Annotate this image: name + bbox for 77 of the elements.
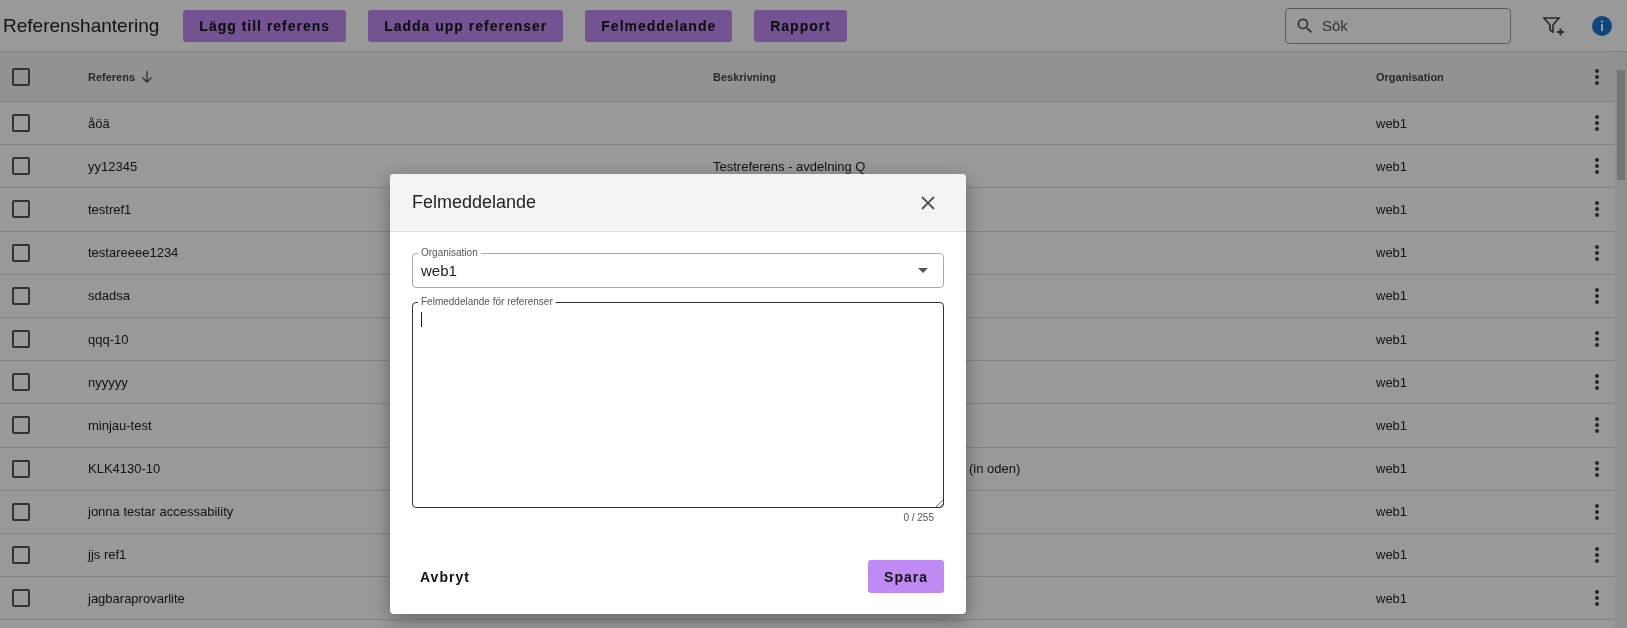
- cancel-button[interactable]: Avbryt: [412, 560, 478, 593]
- table-cell: testareeee1234: [88, 245, 179, 261]
- page-title: Referenshantering: [3, 14, 160, 37]
- more-vertical-icon[interactable]: [1595, 201, 1599, 218]
- table-cell: web1: [1376, 201, 1408, 217]
- column-header[interactable]: Organisation: [1376, 70, 1444, 83]
- table-cell: qqq-10: [88, 331, 129, 347]
- info-icon[interactable]: [1591, 14, 1613, 37]
- more-vertical-icon[interactable]: [1595, 287, 1599, 304]
- table-cell: web1: [1376, 461, 1408, 477]
- close-icon[interactable]: [920, 194, 936, 211]
- more-vertical-icon[interactable]: [1595, 374, 1599, 391]
- character-counter: 0 / 255: [902, 511, 935, 523]
- save-button[interactable]: Spara: [868, 560, 944, 593]
- toolbar-button[interactable]: Felmeddelande: [585, 9, 733, 42]
- table-cell: testref1: [88, 201, 132, 217]
- scrollbar-thumb[interactable]: [1617, 70, 1625, 180]
- row-checkbox[interactable]: [12, 243, 30, 262]
- table-cell: yy12345: [88, 158, 138, 174]
- table-cell: web1: [1376, 417, 1408, 433]
- table-cell: sdadsa: [88, 288, 130, 304]
- search-field[interactable]: Sök: [1285, 7, 1511, 44]
- row-checkbox[interactable]: [12, 157, 30, 176]
- row-checkbox[interactable]: [12, 502, 30, 521]
- toolbar-button[interactable]: Lägg till referens: [183, 9, 347, 42]
- row-checkbox[interactable]: [12, 373, 30, 392]
- more-vertical-icon[interactable]: [1595, 503, 1599, 520]
- row-checkbox[interactable]: [12, 330, 30, 349]
- more-vertical-icon[interactable]: [1595, 590, 1599, 607]
- select-value: web1: [421, 262, 457, 279]
- row-checkbox[interactable]: [12, 200, 30, 219]
- table-cell: web1: [1376, 374, 1408, 390]
- row-checkbox[interactable]: [12, 286, 30, 305]
- table-cell: web1: [1376, 245, 1408, 261]
- more-vertical-icon[interactable]: [1595, 115, 1599, 132]
- organisation-select[interactable]: Organisation web1: [412, 246, 944, 288]
- table-cell: nyyyyy: [88, 374, 128, 390]
- more-vertical-icon[interactable]: [1595, 158, 1599, 175]
- table-cell: web1: [1376, 331, 1408, 347]
- row-checkbox[interactable]: [12, 459, 30, 478]
- toolbar-button[interactable]: Ladda upp referenser: [368, 9, 564, 42]
- table-cell: KLK4130-10: [88, 461, 161, 477]
- more-vertical-icon[interactable]: [1595, 546, 1599, 563]
- more-vertical-icon[interactable]: [1595, 331, 1599, 348]
- column-header[interactable]: Beskrivning: [713, 70, 776, 83]
- resize-grip-icon[interactable]: [935, 499, 943, 507]
- table-cell: Testreferens - avdelning Q: [713, 158, 866, 174]
- table-cell: web1: [1376, 504, 1408, 520]
- table-cell: web1: [1376, 115, 1408, 131]
- row-checkbox[interactable]: [12, 545, 30, 564]
- table-cell: web1: [1376, 288, 1408, 304]
- sort-arrow-icon: [140, 69, 155, 84]
- column-header[interactable]: Referens: [88, 69, 155, 84]
- row-checkbox[interactable]: [12, 589, 30, 608]
- table-cell: web1: [1376, 158, 1408, 174]
- table-cell: (in oden): [969, 461, 1021, 477]
- more-vertical-icon[interactable]: [1595, 460, 1599, 477]
- table-cell: jjs ref1: [88, 547, 127, 563]
- select-all-checkbox[interactable]: [12, 67, 30, 86]
- scrollbar[interactable]: [1615, 52, 1627, 628]
- row-checkbox[interactable]: [12, 416, 30, 435]
- toolbar-button[interactable]: Rapport: [754, 9, 847, 42]
- more-vertical-icon[interactable]: [1595, 68, 1599, 85]
- dropdown-caret-icon: [918, 268, 928, 273]
- table-cell: web1: [1376, 590, 1408, 606]
- row-checkbox[interactable]: [12, 114, 30, 133]
- table-cell: åöä: [88, 115, 110, 131]
- more-vertical-icon[interactable]: [1595, 417, 1599, 434]
- text-cursor: [421, 312, 422, 327]
- message-field[interactable]: Felmeddelande för referenser: [412, 295, 944, 508]
- field-label: Organisation: [418, 246, 481, 260]
- table-cell: jagbaraprovarlite: [88, 590, 185, 606]
- table-cell: minjau-test: [88, 417, 152, 433]
- dialog-title: Felmeddelande: [412, 192, 537, 213]
- table-cell: jonna testar accessability: [88, 504, 234, 520]
- table-cell: web1: [1376, 547, 1408, 563]
- more-vertical-icon[interactable]: [1595, 244, 1599, 261]
